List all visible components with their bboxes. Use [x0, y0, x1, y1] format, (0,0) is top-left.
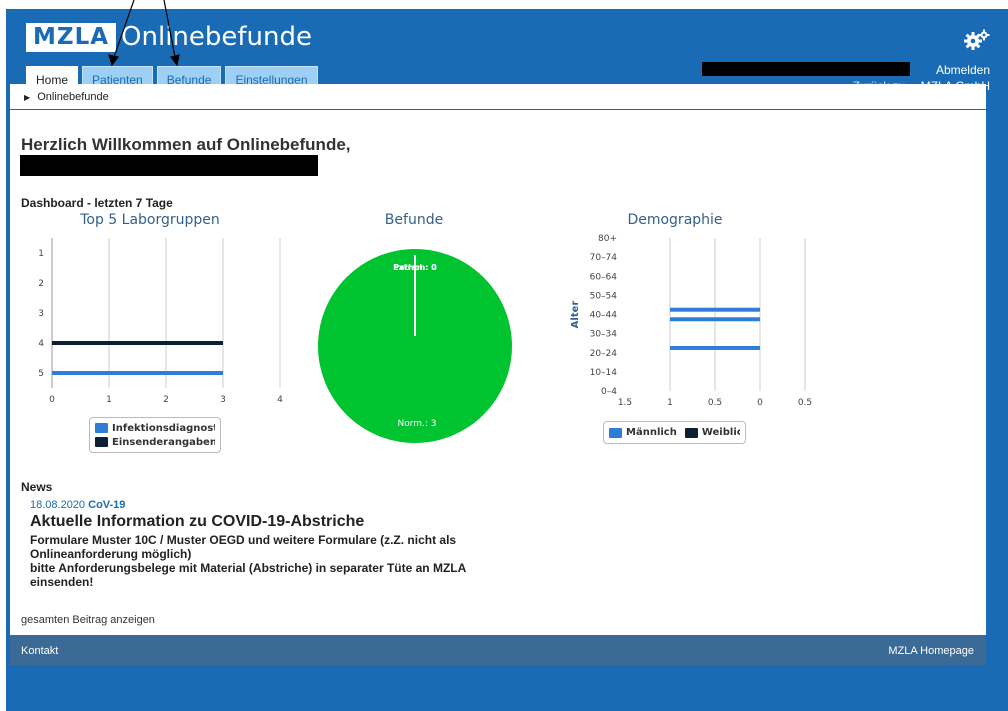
y-axis-label: Alter [570, 301, 581, 329]
news-line: Formulare Muster 10C / Muster OEGD und w… [30, 533, 457, 547]
welcome-heading: Herzlich Willkommen auf Onlinebefunde, [21, 135, 351, 154]
news-line: Onlineanforderung möglich) [30, 547, 192, 561]
news-date: 18.08.2020 [30, 499, 86, 511]
legend-label-weiblich[interactable]: Weiblich [702, 427, 740, 438]
app-title: Onlinebefunde [121, 21, 313, 52]
x-tick-label: 0.5 [798, 398, 812, 408]
x-tick-label: 0 [49, 395, 55, 404]
breadcrumb-item[interactable]: Onlinebefunde [37, 91, 109, 103]
legend-row: Männlich Weiblich [609, 425, 740, 440]
y-tick-label: 0–4 [601, 387, 617, 397]
legend-laborgruppen: Infektionsdiagnostik Einsenderangaben: [89, 417, 221, 453]
footer-contact-link[interactable]: Kontakt [21, 645, 58, 657]
x-tick-label: 4 [277, 395, 283, 404]
news-line: bitte Anforderungsbelege mit Material (A… [30, 561, 466, 589]
legend-label: Infektionsdiagnostik [112, 422, 215, 434]
legend-label: Einsenderangaben: [112, 436, 215, 448]
chart-title-laborgruppen: Top 5 Laborgruppen [80, 212, 220, 228]
x-tick-label: 1 [106, 395, 112, 404]
legend-swatch [95, 423, 108, 433]
y-tick-label: 4 [38, 339, 44, 349]
legend-swatch [684, 427, 698, 438]
footer: Kontakt MZLA Homepage [10, 635, 986, 665]
legend-label-maennlich[interactable]: Männlich [626, 427, 677, 438]
legend-swatch [609, 427, 622, 438]
y-tick-label: 5 [38, 369, 44, 379]
pie-label: Norm.: 3 [397, 419, 436, 429]
x-tick-label: 0 [757, 398, 763, 408]
bar [670, 345, 760, 350]
y-tick-label: 20–24 [590, 349, 618, 359]
news-tag[interactable]: CoV-19 [88, 499, 125, 511]
breadcrumb-arrow-icon: ▶ [24, 93, 31, 102]
y-tick-label: 1 [38, 249, 44, 259]
chart-laborgruppen: 0 1 2 3 4 1 2 3 4 5 [38, 238, 283, 404]
chart-title-befunde: Befunde [384, 212, 444, 228]
y-tick-label: 3 [38, 309, 44, 319]
y-tick-label: 2 [38, 279, 44, 289]
news-title[interactable]: Aktuelle Information zu COVID-19-Abstric… [30, 513, 364, 531]
logout-link[interactable]: Abmelden [936, 63, 990, 77]
y-tick-label: 10–14 [590, 368, 618, 378]
bar [670, 317, 760, 322]
y-tick-label: 40–44 [590, 311, 618, 321]
pie-label: Extrem: 0 [393, 263, 437, 272]
y-tick-label: 80+ [598, 234, 617, 244]
legend-swatch [95, 437, 108, 447]
y-tick-label: 60–64 [590, 272, 618, 282]
settings-gear-icon[interactable] [964, 29, 990, 51]
brand[interactable]: MZLA Onlinebefunde [26, 22, 312, 52]
x-tick-label: 0.5 [708, 398, 722, 408]
breadcrumb: ▶ Onlinebefunde [10, 84, 986, 110]
dashboard-title: Dashboard - letzten 7 Tage [21, 196, 173, 210]
main-content: ▶ Onlinebefunde Herzlich Willkommen auf … [10, 84, 986, 635]
news-heading: News [21, 480, 53, 494]
mzla-logo: MZLA [26, 22, 117, 52]
news-meta: 18.08.2020 CoV-19 [30, 499, 125, 511]
x-tick-label: 1 [667, 398, 673, 408]
x-tick-label: 1.5 [618, 398, 632, 408]
news-body: Formulare Muster 10C / Muster OEGD und w… [30, 533, 500, 589]
redacted-username [702, 62, 910, 76]
chart-title-demographie: Demographie [627, 212, 723, 228]
legend-item-einsenderangaben[interactable]: Einsenderangaben: [95, 435, 215, 449]
y-tick-label: 50–54 [590, 291, 618, 301]
y-tick-label: 30–34 [590, 330, 618, 340]
legend-item-infektionsdiagnostik[interactable]: Infektionsdiagnostik [95, 421, 215, 435]
bar [52, 371, 223, 375]
legend-demographie: Männlich Weiblich [603, 421, 746, 444]
x-tick-label: 2 [163, 395, 169, 404]
x-tick-label: 3 [220, 395, 226, 404]
chart-demographie: 1.5 1 0.5 0 0.5 0–4 10–14 20–24 30–34 40–44 50–54 6… [570, 234, 812, 408]
y-tick-label: 70–74 [590, 253, 618, 263]
chart-befunde: Norm.: 3Pathol.: 0Extrem: 0 [318, 249, 512, 443]
footer-homepage-link[interactable]: MZLA Homepage [888, 645, 974, 657]
read-more-link[interactable]: gesamten Beitrag anzeigen [21, 614, 155, 626]
bar [670, 307, 760, 312]
bar [52, 341, 223, 345]
redacted-user-name [20, 155, 318, 176]
